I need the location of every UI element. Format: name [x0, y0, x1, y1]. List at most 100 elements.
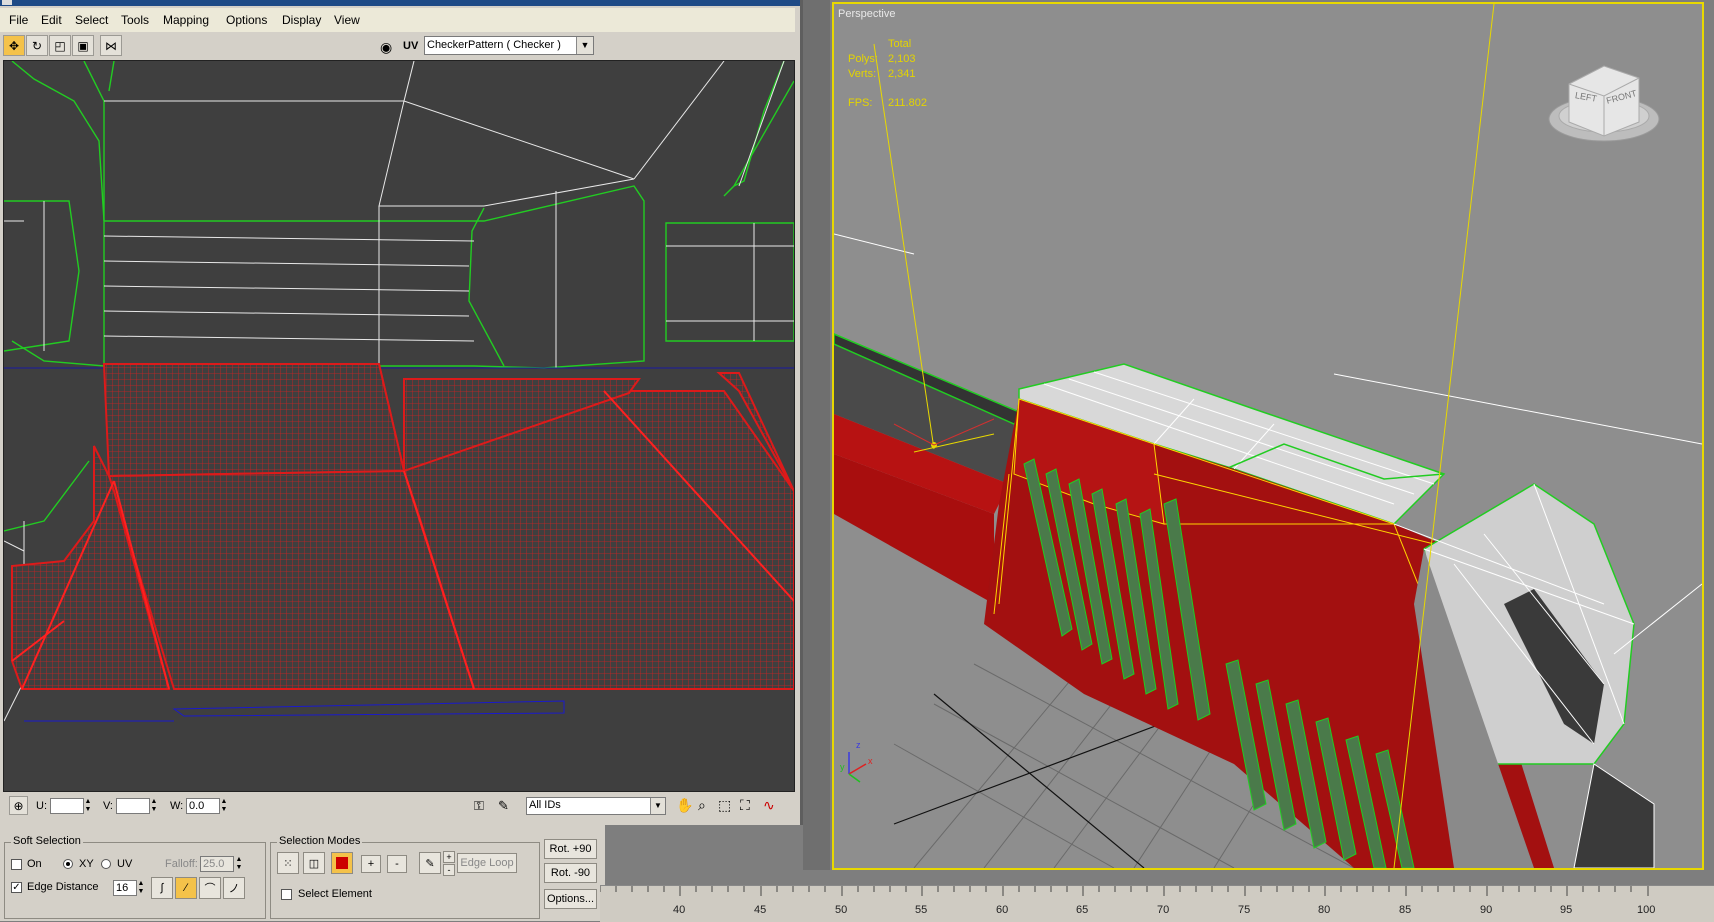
- paint-select-icon[interactable]: ✎: [498, 798, 509, 814]
- xy-radio[interactable]: [63, 859, 73, 869]
- u-spinner[interactable]: ▲ ▼: [84, 798, 92, 814]
- v-label: V:: [103, 800, 113, 812]
- chevron-down-icon: ▼: [576, 37, 593, 54]
- select-element-checkbox[interactable]: [281, 889, 292, 900]
- edge-distance-checkbox[interactable]: ✓: [11, 882, 22, 893]
- timeline-tick-label: 80: [1318, 904, 1331, 916]
- menu-view[interactable]: View: [334, 13, 360, 27]
- verts-value: 2,341: [888, 68, 916, 80]
- edge-distance-input[interactable]: 16: [113, 880, 137, 896]
- timeline-tick-label: 60: [996, 904, 1009, 916]
- window-icon: [2, 0, 12, 5]
- unwrap-rollout-panel: Soft Selection On XY UV Falloff: 25.0 ▲ ▼…: [0, 825, 605, 921]
- texture-select[interactable]: CheckerPattern ( Checker ) ▼: [424, 36, 594, 55]
- edge-distance-label: Edge Distance: [27, 881, 99, 893]
- viewport-label[interactable]: Perspective: [838, 8, 895, 20]
- u-input[interactable]: [50, 798, 84, 814]
- paint-shrink-button[interactable]: -: [443, 864, 455, 876]
- chevron-down-icon: ▼: [650, 798, 665, 814]
- soft-selection-group: Soft Selection On XY UV Falloff: 25.0 ▲ ▼…: [4, 835, 266, 919]
- gizmo-axis-z: z: [856, 740, 861, 750]
- falloff-curve-4-button[interactable]: ノ: [223, 877, 245, 899]
- zoom-region-icon[interactable]: ⬚: [718, 797, 731, 814]
- menu-select[interactable]: Select: [75, 13, 108, 27]
- select-element-label: Select Element: [298, 888, 372, 900]
- paint-select-button[interactable]: ✎: [419, 852, 441, 874]
- falloff-spinner[interactable]: ▲ ▼: [235, 856, 243, 872]
- w-spinner[interactable]: ▲ ▼: [220, 798, 228, 814]
- menu-tools[interactable]: Tools: [121, 13, 149, 27]
- timeline-tick-label: 65: [1076, 904, 1089, 916]
- uv-wireframe: [3, 60, 795, 722]
- u-label: U:: [36, 800, 47, 812]
- options-button[interactable]: Options...: [544, 889, 597, 909]
- menu-edit[interactable]: Edit: [41, 13, 62, 27]
- uv-canvas[interactable]: [3, 60, 795, 792]
- vertex-mode-button[interactable]: ⁙: [277, 852, 299, 874]
- w-label: W:: [170, 800, 184, 812]
- falloff-curve-3-button[interactable]: ⌒: [199, 877, 221, 899]
- menu-options[interactable]: Options: [226, 13, 267, 27]
- time-slider-track[interactable]: 40 45 50 55 60 65 70 75 80 85 90 95 100: [600, 885, 1714, 922]
- perspective-viewport[interactable]: Perspective Total Polys: 2,103 Verts: 2,…: [832, 2, 1704, 870]
- fps-value: 211.802: [888, 97, 927, 109]
- zoom-extents-icon[interactable]: ⛶: [740, 797, 750, 814]
- soft-on-checkbox[interactable]: [11, 859, 22, 870]
- v-spinner[interactable]: ▲ ▼: [150, 798, 158, 814]
- falloff-label: Falloff:: [165, 858, 198, 870]
- xy-label: XY: [79, 858, 94, 870]
- edge-mode-button[interactable]: ◫: [303, 852, 325, 874]
- menu-bar: File Edit Select Tools Mapping Options D…: [0, 8, 795, 33]
- timeline-tick-label: 90: [1480, 904, 1493, 916]
- soft-on-label: On: [27, 858, 42, 870]
- timeline-tick-label: 50: [835, 904, 848, 916]
- selection-modes-group: Selection Modes ⁙ ◫ + - ✎ + - Edge Loop …: [270, 835, 540, 919]
- timeline-tick-label: 55: [915, 904, 928, 916]
- v-input[interactable]: [116, 798, 150, 814]
- paint-grow-button[interactable]: +: [443, 851, 455, 863]
- scale-tool-button[interactable]: ◰: [49, 35, 71, 56]
- mirror-tool-button[interactable]: ⋈: [100, 35, 122, 56]
- lock-icon[interactable]: ⚿: [474, 798, 484, 814]
- timeline-tick-label: 45: [754, 904, 767, 916]
- verts-label: Verts:: [848, 68, 877, 80]
- falloff-input[interactable]: 25.0: [200, 856, 234, 872]
- timeline-tick-label: 95: [1560, 904, 1573, 916]
- uv-radio[interactable]: [101, 859, 111, 869]
- menu-display[interactable]: Display: [282, 13, 321, 27]
- grow-selection-button[interactable]: +: [361, 855, 381, 873]
- menu-file[interactable]: File: [9, 13, 28, 27]
- pan-hand-icon[interactable]: ✋: [676, 797, 693, 814]
- uv-label: UV: [403, 40, 419, 52]
- freeform-tool-button[interactable]: ▣: [72, 35, 94, 56]
- timeline-tick-label: 70: [1157, 904, 1170, 916]
- move-tool-button[interactable]: ✥: [3, 35, 25, 56]
- ids-select[interactable]: All IDs ▼: [526, 797, 666, 815]
- edge-loop-button[interactable]: Edge Loop: [457, 853, 517, 873]
- shrink-selection-button[interactable]: -: [387, 855, 407, 873]
- rotate-tool-button[interactable]: ↻: [26, 35, 48, 56]
- checker-globe-icon[interactable]: ◉: [380, 39, 392, 56]
- polys-label: Polys:: [848, 53, 878, 65]
- uv-editor-window: File Edit Select Tools Mapping Options D…: [0, 0, 803, 825]
- title-bar[interactable]: [0, 0, 800, 6]
- face-mode-button[interactable]: [331, 852, 353, 874]
- rotate-plus-90-button[interactable]: Rot. +90: [544, 839, 597, 859]
- timeline-tick-label: 75: [1238, 904, 1251, 916]
- selection-modes-title: Selection Modes: [277, 835, 363, 847]
- uv-status-row: ⊕ U: ▲ ▼ V: ▲ ▼ W: 0.0 ▲ ▼ ⚿ ✎ All IDs ▼ ✋ …: [0, 792, 795, 822]
- edge-distance-spinner[interactable]: ▲ ▼: [137, 880, 145, 896]
- menu-mapping[interactable]: Mapping: [163, 13, 209, 27]
- falloff-curve-2-button[interactable]: ∕: [175, 877, 197, 899]
- snap-icon[interactable]: ∿: [763, 797, 775, 814]
- gizmo-axis-x: x: [868, 756, 873, 766]
- rotate-minus-90-button[interactable]: Rot. -90: [544, 863, 597, 883]
- w-input[interactable]: 0.0: [186, 798, 220, 814]
- background-panel: [803, 0, 830, 870]
- viewport-scene: [834, 4, 1702, 868]
- falloff-curve-1-button[interactable]: ∫: [151, 877, 173, 899]
- zoom-icon[interactable]: ⌕: [698, 797, 706, 814]
- absolute-mode-button[interactable]: ⊕: [9, 796, 28, 815]
- fps-label: FPS:: [848, 97, 873, 109]
- timeline-tick-label: 100: [1637, 904, 1656, 916]
